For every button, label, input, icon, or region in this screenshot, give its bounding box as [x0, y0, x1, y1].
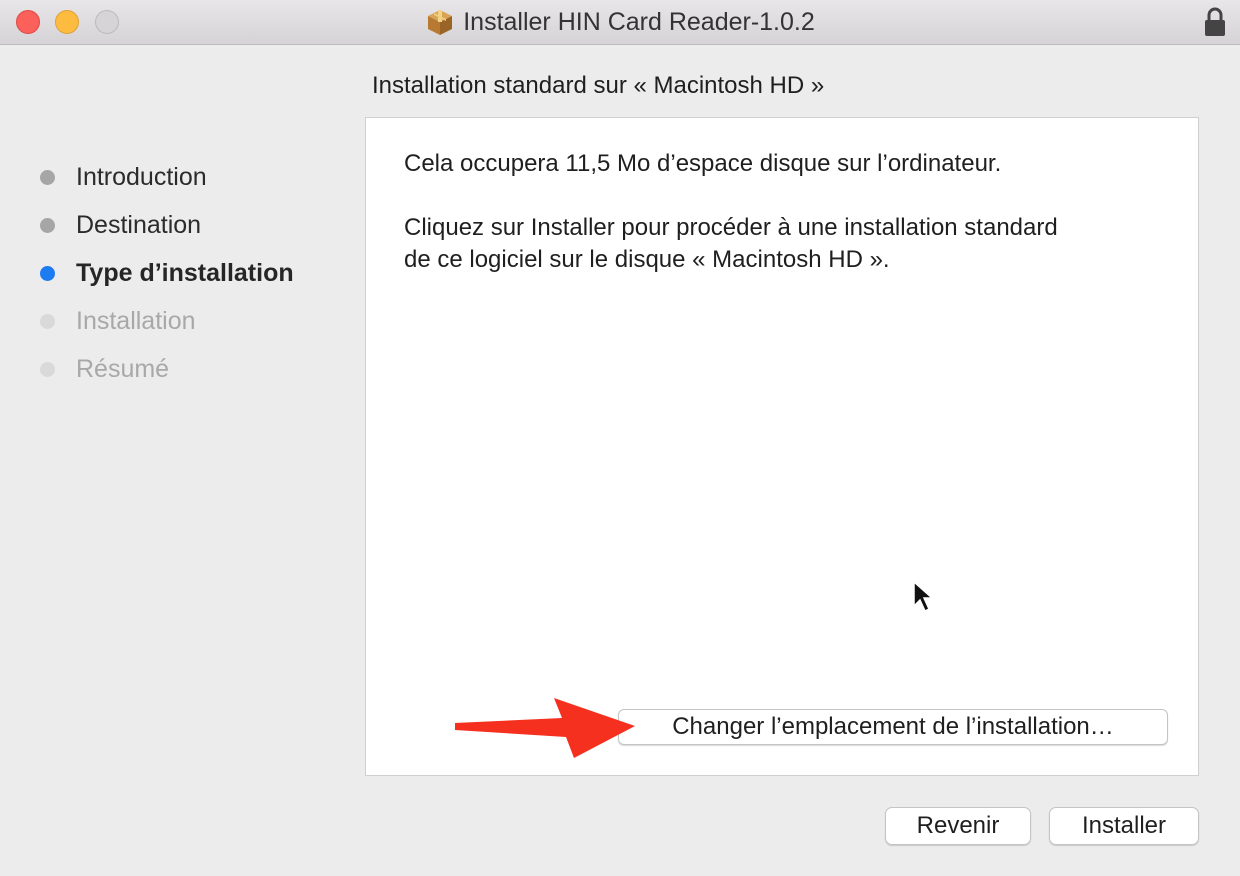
step-status-dot	[40, 217, 55, 233]
install-instructions-line-2: de ce logiciel sur le disque « Macintosh…	[404, 246, 890, 273]
install-button[interactable]: Installer	[1049, 807, 1199, 845]
sidebar-step-label: Type d’installation	[76, 258, 294, 287]
sidebar-step-label: Résumé	[76, 354, 170, 383]
content-panel: Cela occupera 11,5 Mo d’espace disque su…	[365, 117, 1199, 776]
step-status-dot	[40, 361, 55, 377]
step-status-dot	[40, 313, 55, 329]
sidebar-step-label: Installation	[76, 306, 196, 335]
red-arrow-icon	[455, 698, 635, 758]
install-instructions-line-1: Cliquez sur Installer pour procéder à un…	[404, 214, 1058, 241]
title-bar: Installer HIN Card Reader-1.0.2	[0, 0, 1240, 45]
sidebar-step-destination: Destination	[40, 210, 201, 240]
change-install-location-button[interactable]: Changer l’emplacement de l’installation…	[618, 709, 1168, 745]
window-title: Installer HIN Card Reader-1.0.2	[463, 7, 815, 36]
back-button[interactable]: Revenir	[885, 807, 1031, 845]
sidebar-step-introduction: Introduction	[40, 162, 207, 192]
sidebar-step-installation: Installation	[40, 306, 196, 336]
window-title-group: Installer HIN Card Reader-1.0.2	[0, 0, 1240, 44]
sidebar-step-label: Introduction	[76, 162, 207, 191]
sidebar-step-label: Destination	[76, 210, 202, 239]
sidebar-step-installation-type: Type d’installation	[40, 258, 294, 288]
disk-space-text: Cela occupera 11,5 Mo d’espace disque su…	[404, 150, 1002, 177]
lock-icon[interactable]	[1204, 7, 1226, 37]
step-status-dot	[40, 169, 55, 185]
sidebar-step-summary: Résumé	[40, 354, 169, 384]
mouse-cursor-icon	[913, 580, 934, 613]
step-status-dot	[40, 265, 55, 281]
pane-header: Installation standard sur « Macintosh HD…	[372, 72, 825, 99]
package-icon	[428, 10, 453, 35]
